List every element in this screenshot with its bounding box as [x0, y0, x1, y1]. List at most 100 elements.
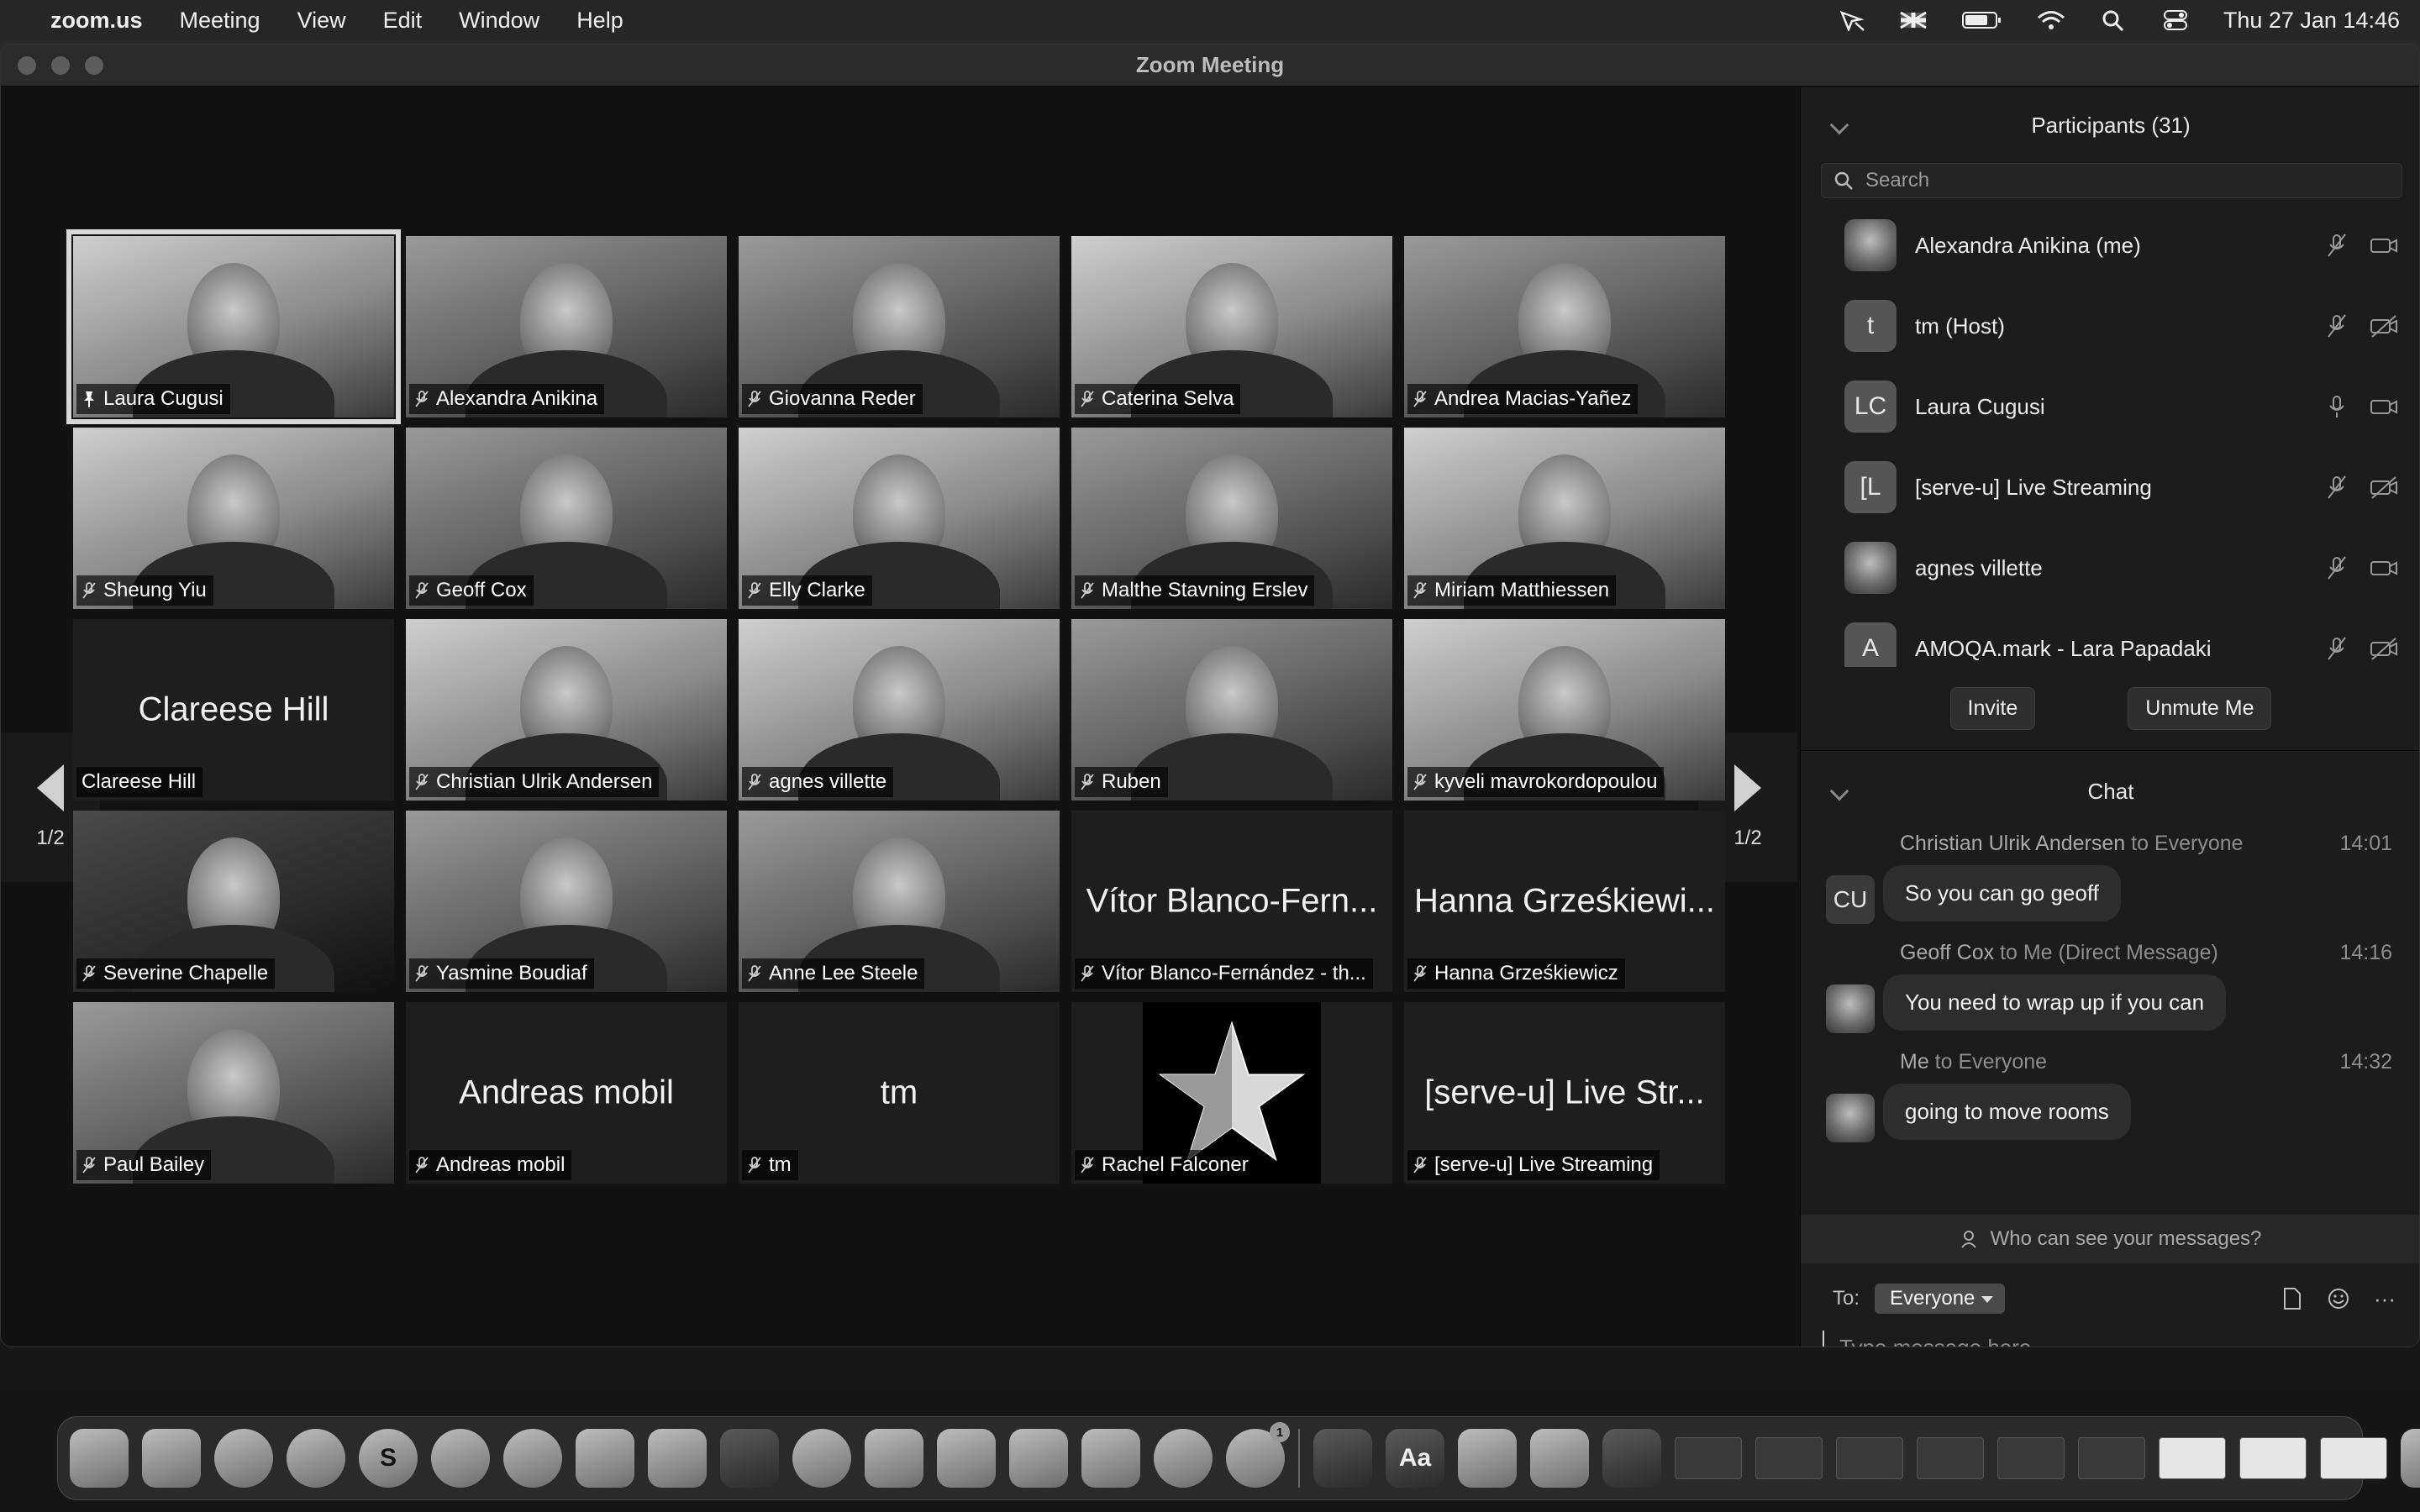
mic-muted-icon[interactable] — [2322, 233, 2352, 258]
video-tile[interactable]: Paul Bailey — [73, 1002, 394, 1184]
video-tile[interactable]: Giovanna Reder — [739, 236, 1060, 417]
video-tile[interactable]: [serve-u] Live Str... [serve-u] Live Stre… — [1404, 1002, 1725, 1184]
launchpad-icon[interactable] — [142, 1429, 201, 1488]
file-icon[interactable] — [2281, 1287, 2303, 1310]
participant-row[interactable]: Alexandra Anikina (me) — [1801, 205, 2419, 286]
mic-muted-icon[interactable] — [2322, 475, 2352, 500]
minimized-window-thumbnail[interactable] — [1917, 1437, 1984, 1479]
video-tile[interactable]: agnes villette — [739, 619, 1060, 801]
message-bubble[interactable]: You need to wrap up if you can — [1883, 974, 2227, 1031]
chrome-icon[interactable] — [214, 1429, 273, 1488]
message-visibility-link[interactable]: Who can see your messages? — [1801, 1215, 2419, 1263]
mic-muted-icon[interactable] — [2322, 636, 2352, 661]
more-options-icon[interactable]: ··· — [2374, 1286, 2396, 1312]
video-tile[interactable]: Vítor Blanco-Fern... Vítor Blanco-Fernánd… — [1071, 811, 1392, 992]
video-off-icon[interactable] — [2369, 313, 2399, 339]
uk-flag-icon[interactable] — [1899, 9, 1928, 31]
script-editor-icon[interactable] — [648, 1429, 707, 1488]
minimized-window-thumbnail[interactable] — [1836, 1437, 1903, 1479]
zoom-window-button[interactable] — [85, 55, 103, 75]
window-thumbnail-icon[interactable] — [1602, 1429, 1661, 1488]
message-bubble[interactable]: So you can go geoff — [1883, 865, 2121, 921]
app-menu[interactable]: zoom.us — [50, 8, 143, 34]
location-off-icon[interactable] — [1837, 9, 1865, 31]
window-titlebar[interactable]: Zoom Meeting — [1, 45, 2419, 87]
zoom-icon[interactable] — [1313, 1429, 1372, 1488]
video-tile[interactable]: Laura Cugusi — [66, 229, 401, 424]
numbers-icon[interactable] — [1009, 1429, 1068, 1488]
video-tile[interactable]: Malthe Stavning Erslev — [1071, 428, 1392, 609]
mic-muted-icon[interactable] — [2322, 313, 2352, 339]
control-center-icon[interactable] — [2161, 9, 2190, 31]
downloads-stack-icon[interactable] — [1530, 1429, 1589, 1488]
video-off-icon[interactable] — [2369, 636, 2399, 661]
video-camera-icon[interactable] — [2369, 555, 2399, 580]
menu-meeting[interactable]: Meeting — [180, 8, 260, 34]
podcasts-icon[interactable] — [1154, 1429, 1213, 1488]
menubar-clock[interactable]: Thu 27 Jan 14:46 — [2223, 8, 2400, 34]
message-bubble[interactable]: going to move rooms — [1883, 1084, 2131, 1140]
video-tile[interactable]: Geoff Cox — [406, 428, 727, 609]
video-tile[interactable]: Elly Clarke — [739, 428, 1060, 609]
video-camera-icon[interactable] — [2369, 394, 2399, 419]
video-tile[interactable]: Yasmine Boudiaf — [406, 811, 727, 992]
keynote-icon[interactable] — [1081, 1429, 1140, 1488]
mic-icon[interactable] — [2322, 394, 2352, 419]
minimized-window-thumbnail[interactable] — [2159, 1437, 2226, 1479]
collapse-chevron-icon[interactable] — [1829, 115, 1849, 135]
mic-muted-icon[interactable] — [2322, 555, 2352, 580]
spotlight-search-icon[interactable] — [2099, 9, 2128, 31]
participant-row[interactable]: [L [serve-u] Live Streaming — [1801, 447, 2419, 528]
minimized-window-thumbnail[interactable] — [2239, 1437, 2307, 1479]
video-tile[interactable]: Ruben — [1071, 619, 1392, 801]
participant-row[interactable]: t tm (Host) — [1801, 286, 2419, 366]
video-tile[interactable]: Rachel Falconer — [1071, 1002, 1392, 1184]
video-tile[interactable]: tm tm — [739, 1002, 1060, 1184]
participant-search-field[interactable]: Search — [1821, 163, 2402, 198]
video-tile[interactable]: kyveli mavrokordopoulou — [1404, 619, 1725, 801]
skype-icon[interactable]: S — [359, 1429, 418, 1488]
minimized-window-thumbnail[interactable] — [1997, 1437, 2065, 1479]
close-window-button[interactable] — [18, 55, 36, 75]
collapse-chevron-icon[interactable] — [1829, 781, 1849, 801]
video-tile[interactable]: Christian Ulrik Andersen — [406, 619, 727, 801]
participant-row[interactable]: agnes villette — [1801, 528, 2419, 608]
video-tile[interactable]: Miriam Matthiessen — [1404, 428, 1725, 609]
video-tile[interactable]: Sheung Yiu — [73, 428, 394, 609]
menu-view[interactable]: View — [297, 8, 346, 34]
safari-icon[interactable] — [287, 1429, 345, 1488]
recipient-select[interactable]: Everyone — [1875, 1284, 2006, 1314]
menu-edit[interactable]: Edit — [383, 8, 423, 34]
video-camera-icon[interactable] — [2369, 233, 2399, 258]
wifi-icon[interactable] — [2037, 9, 2065, 31]
menu-help[interactable]: Help — [576, 8, 623, 34]
participant-row[interactable]: A AMOQA.mark - Lara Papadaki — [1801, 608, 2419, 667]
minimized-window-thumbnail[interactable] — [2078, 1437, 2145, 1479]
video-tile[interactable]: Andreas mobil Andreas mobil — [406, 1002, 727, 1184]
video-tile[interactable]: Alexandra Anikina — [406, 236, 727, 417]
minimized-window-thumbnail[interactable] — [1755, 1437, 1823, 1479]
chat-message-input[interactable]: Type message here... — [1823, 1331, 2396, 1347]
unmute-me-button[interactable]: Unmute Me — [2128, 687, 2272, 730]
menu-window[interactable]: Window — [459, 8, 539, 34]
video-tile[interactable]: Caterina Selva — [1071, 236, 1392, 417]
trash-icon[interactable] — [2401, 1429, 2420, 1488]
system-preferences-icon[interactable]: 1 — [1226, 1422, 1290, 1488]
minimized-window-thumbnail[interactable] — [2320, 1437, 2387, 1479]
video-tile[interactable]: Hanna Grześkiewi... Hanna Grześkiewicz — [1404, 811, 1725, 992]
kindle-icon[interactable] — [720, 1429, 779, 1488]
invite-button[interactable]: Invite — [1949, 687, 2036, 730]
video-tile[interactable]: Severine Chapelle — [73, 811, 394, 992]
whatsapp-icon[interactable] — [503, 1429, 562, 1488]
preview-icon[interactable] — [1458, 1429, 1517, 1488]
video-tile[interactable]: Andrea Macias-Yañez — [1404, 236, 1725, 417]
telegram-icon[interactable] — [431, 1429, 490, 1488]
finder-icon[interactable] — [70, 1429, 129, 1488]
notes-icon[interactable] — [576, 1429, 634, 1488]
minimized-window-thumbnail[interactable] — [1675, 1437, 1742, 1479]
video-tile[interactable]: Clareese Hill Clareese Hill — [73, 619, 394, 801]
battery-icon[interactable] — [1961, 9, 2003, 31]
participant-row[interactable]: LC Laura Cugusi — [1801, 366, 2419, 447]
video-off-icon[interactable] — [2369, 475, 2399, 500]
utorrent-icon[interactable] — [792, 1429, 851, 1488]
